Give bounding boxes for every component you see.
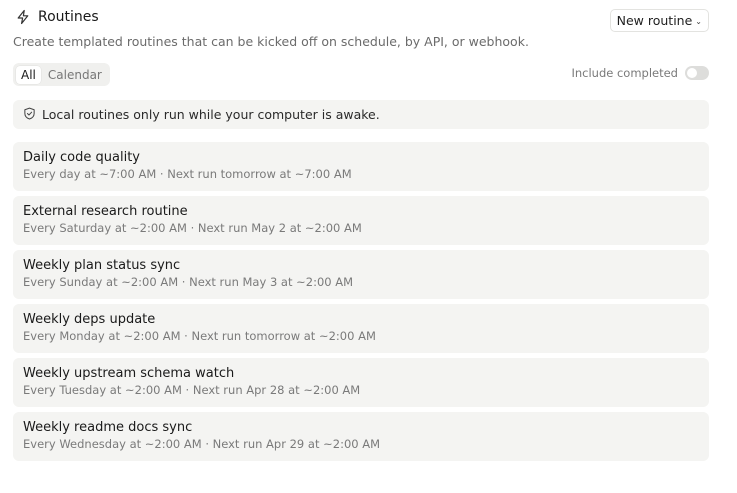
routine-schedule: Every day at ~7:00 AM · Next run tomorro… [23,167,352,181]
routine-schedule: Every Wednesday at ~2:00 AM · Next run A… [23,437,381,451]
include-completed-control: Include completed [571,66,709,80]
routine-name: Weekly readme docs sync [23,420,193,435]
include-completed-toggle[interactable] [685,66,709,80]
include-completed-label: Include completed [571,66,678,80]
tab-calendar[interactable]: Calendar [43,66,107,84]
routine-name: Weekly upstream schema watch [23,366,235,381]
routine-schedule: Every Monday at ~2:00 AM · Next run tomo… [23,329,376,343]
local-routines-notice: Local routines only run while your compu… [13,100,709,129]
shield-icon [23,105,36,124]
page-title: Routines [38,9,99,25]
routines-page: Routines New routine ⌄ Create templated … [13,0,709,461]
toggle-knob [687,68,697,78]
routine-row[interactable]: Weekly readme docs sync Every Wednesday … [13,412,709,461]
routine-schedule: Every Saturday at ~2:00 AM · Next run Ma… [23,221,362,235]
title-row: Routines [15,9,99,25]
routine-schedule: Every Tuesday at ~2:00 AM · Next run Apr… [23,383,361,397]
routine-name: Weekly plan status sync [23,258,181,273]
routine-row[interactable]: Weekly plan status sync Every Sunday at … [13,250,709,299]
page-header: Routines New routine ⌄ [13,0,709,36]
notice-text: Local routines only run while your compu… [42,107,380,122]
new-routine-button[interactable]: New routine ⌄ [609,9,709,32]
lightning-icon [15,9,31,25]
page-subtitle: Create templated routines that can be ki… [13,34,529,49]
routine-name: Daily code quality [23,150,140,165]
routine-schedule: Every Sunday at ~2:00 AM · Next run May … [23,275,354,289]
routine-row[interactable]: Daily code quality Every day at ~7:00 AM… [13,142,709,191]
new-routine-label: New routine [616,13,693,28]
routine-name: Weekly deps update [23,312,156,327]
routine-list: Daily code quality Every day at ~7:00 AM… [13,142,709,466]
view-tabs: All Calendar [13,63,110,86]
routine-row[interactable]: External research routine Every Saturday… [13,196,709,245]
routine-name: External research routine [23,204,188,219]
tab-all[interactable]: All [16,65,41,84]
routine-row[interactable]: Weekly upstream schema watch Every Tuesd… [13,358,709,407]
chevron-down-icon: ⌄ [695,16,702,26]
routine-row[interactable]: Weekly deps update Every Monday at ~2:00… [13,304,709,353]
